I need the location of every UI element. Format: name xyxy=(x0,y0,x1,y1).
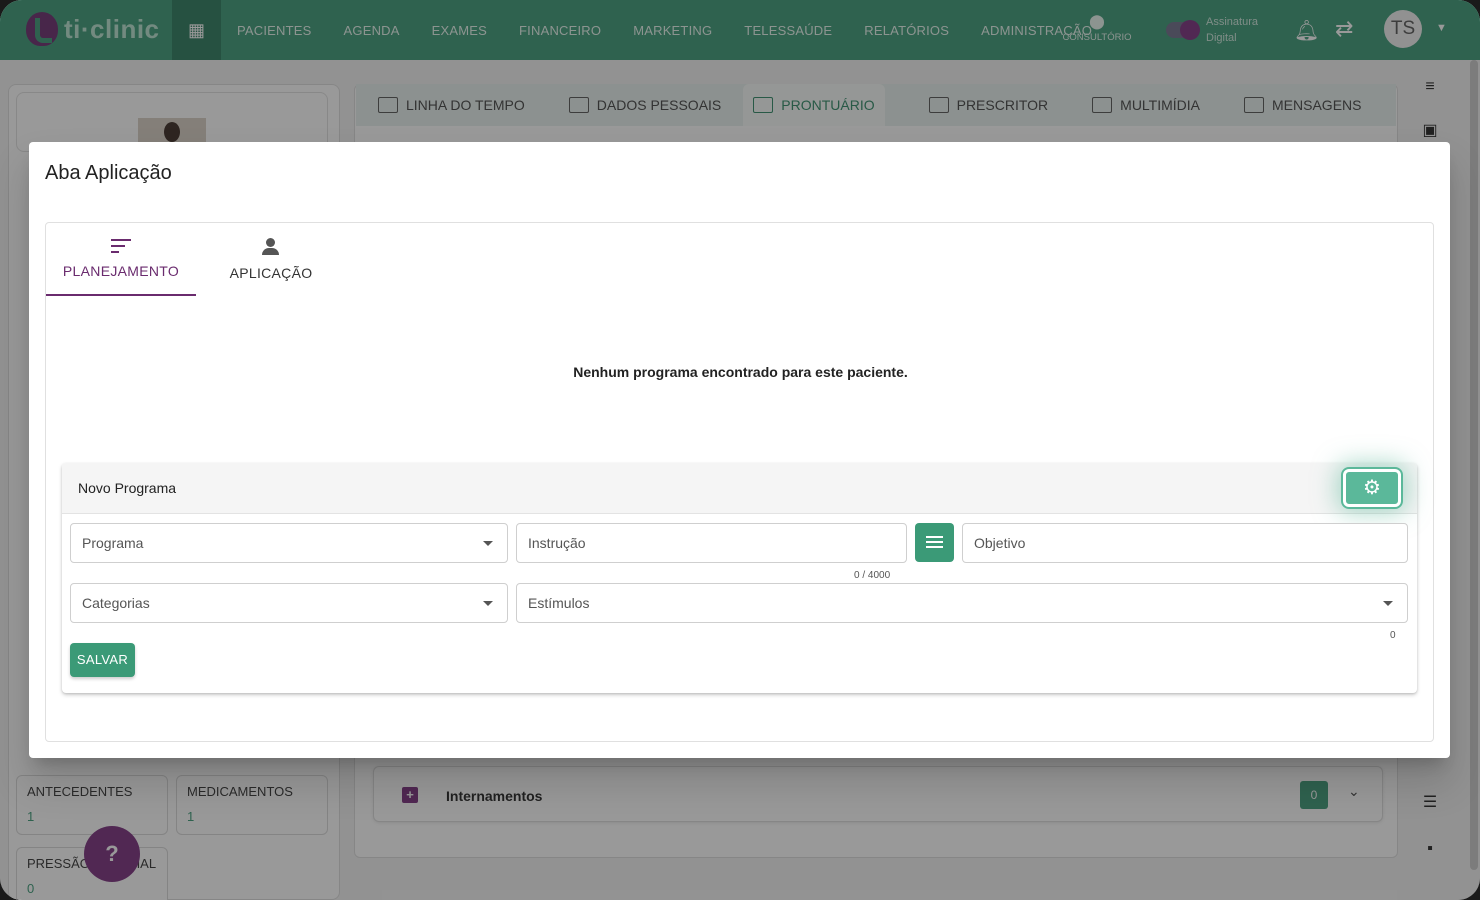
categorias-placeholder: Categorias xyxy=(82,595,150,611)
dropdown-arrow-icon xyxy=(483,601,493,606)
text-list-button[interactable] xyxy=(915,523,954,562)
instrucao-placeholder: Instrução xyxy=(528,535,586,551)
tab-aplicacao-label: APLICAÇÃO xyxy=(229,265,313,281)
instrucao-char-counter: 0 / 4000 xyxy=(854,570,891,581)
gear-icon: ⚙ xyxy=(1363,477,1381,499)
categorias-select[interactable]: Categorias xyxy=(70,583,508,623)
dropdown-arrow-icon xyxy=(1383,601,1393,606)
new-program-header: Novo Programa ⚙ xyxy=(62,463,1417,514)
estimulos-placeholder: Estímulos xyxy=(528,595,590,611)
new-program-card: Novo Programa ⚙ Programa Instrução Objet… xyxy=(62,463,1417,693)
estimulos-counter: 0 xyxy=(1390,630,1396,641)
new-program-title: Novo Programa xyxy=(78,480,177,496)
sort-lines-icon xyxy=(111,239,131,253)
tab-aplicacao[interactable]: APLICAÇÃO xyxy=(196,223,346,296)
empty-state-message: Nenhum programa encontrado para este pac… xyxy=(573,364,908,380)
app-window: ti·clinic ▦ PACIENTES AGENDA EXAMES FINA… xyxy=(0,0,1480,900)
aba-aplicacao-dialog: Aba Aplicação PLANEJAMENTO APLICAÇÃO Nen… xyxy=(29,142,1450,758)
tab-planejamento[interactable]: PLANEJAMENTO xyxy=(46,223,196,296)
settings-button[interactable]: ⚙ xyxy=(1343,469,1401,507)
tab-planejamento-label: PLANEJAMENTO xyxy=(62,263,180,279)
dialog-title: Aba Aplicação xyxy=(45,162,172,184)
programa-placeholder: Programa xyxy=(82,535,144,551)
dropdown-arrow-icon xyxy=(483,541,493,546)
person-icon xyxy=(261,237,281,257)
objetivo-placeholder: Objetivo xyxy=(974,535,1026,551)
estimulos-select[interactable]: Estímulos xyxy=(516,583,1408,623)
programa-select[interactable]: Programa xyxy=(70,523,508,563)
save-button[interactable]: SALVAR xyxy=(70,643,135,677)
dialog-content: PLANEJAMENTO APLICAÇÃO Nenhum programa e… xyxy=(45,222,1434,742)
instrucao-input[interactable]: Instrução xyxy=(516,523,907,563)
objetivo-input[interactable]: Objetivo xyxy=(962,523,1408,563)
